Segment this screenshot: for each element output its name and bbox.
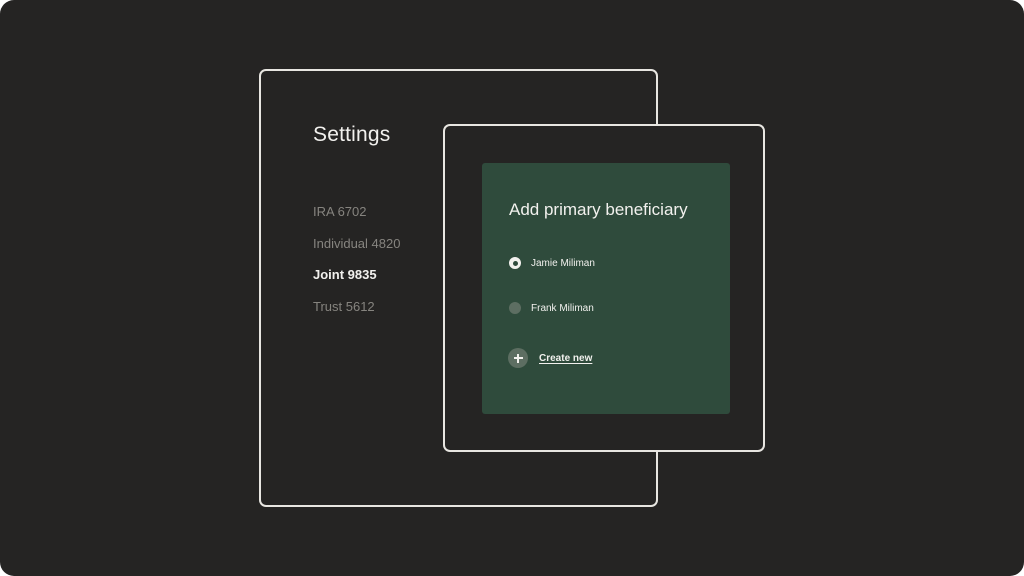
beneficiary-option-frank[interactable]: Frank Miliman [509, 301, 594, 315]
plus-icon[interactable] [508, 348, 528, 368]
option-label: Jamie Miliman [531, 257, 595, 269]
account-item-joint[interactable]: Joint 9835 [313, 267, 400, 299]
radio-unselected-icon[interactable] [509, 302, 521, 314]
option-label: Frank Miliman [531, 302, 594, 314]
canvas-background: Settings IRA 6702 Individual 4820 Joint … [0, 0, 1024, 576]
create-new-button[interactable]: Create new [508, 348, 592, 368]
beneficiary-dialog: Add primary beneficiary Jamie Miliman Fr… [443, 124, 765, 452]
beneficiary-panel: Add primary beneficiary Jamie Miliman Fr… [482, 163, 730, 414]
dialog-title: Add primary beneficiary [509, 200, 688, 219]
settings-title: Settings [313, 123, 391, 146]
radio-selected-icon[interactable] [509, 257, 521, 269]
account-list: IRA 6702 Individual 4820 Joint 9835 Trus… [313, 204, 400, 331]
beneficiary-option-jamie[interactable]: Jamie Miliman [509, 256, 595, 270]
account-item-ira[interactable]: IRA 6702 [313, 204, 400, 236]
account-item-individual[interactable]: Individual 4820 [313, 236, 400, 268]
account-item-trust[interactable]: Trust 5612 [313, 299, 400, 331]
create-new-link[interactable]: Create new [539, 353, 592, 364]
